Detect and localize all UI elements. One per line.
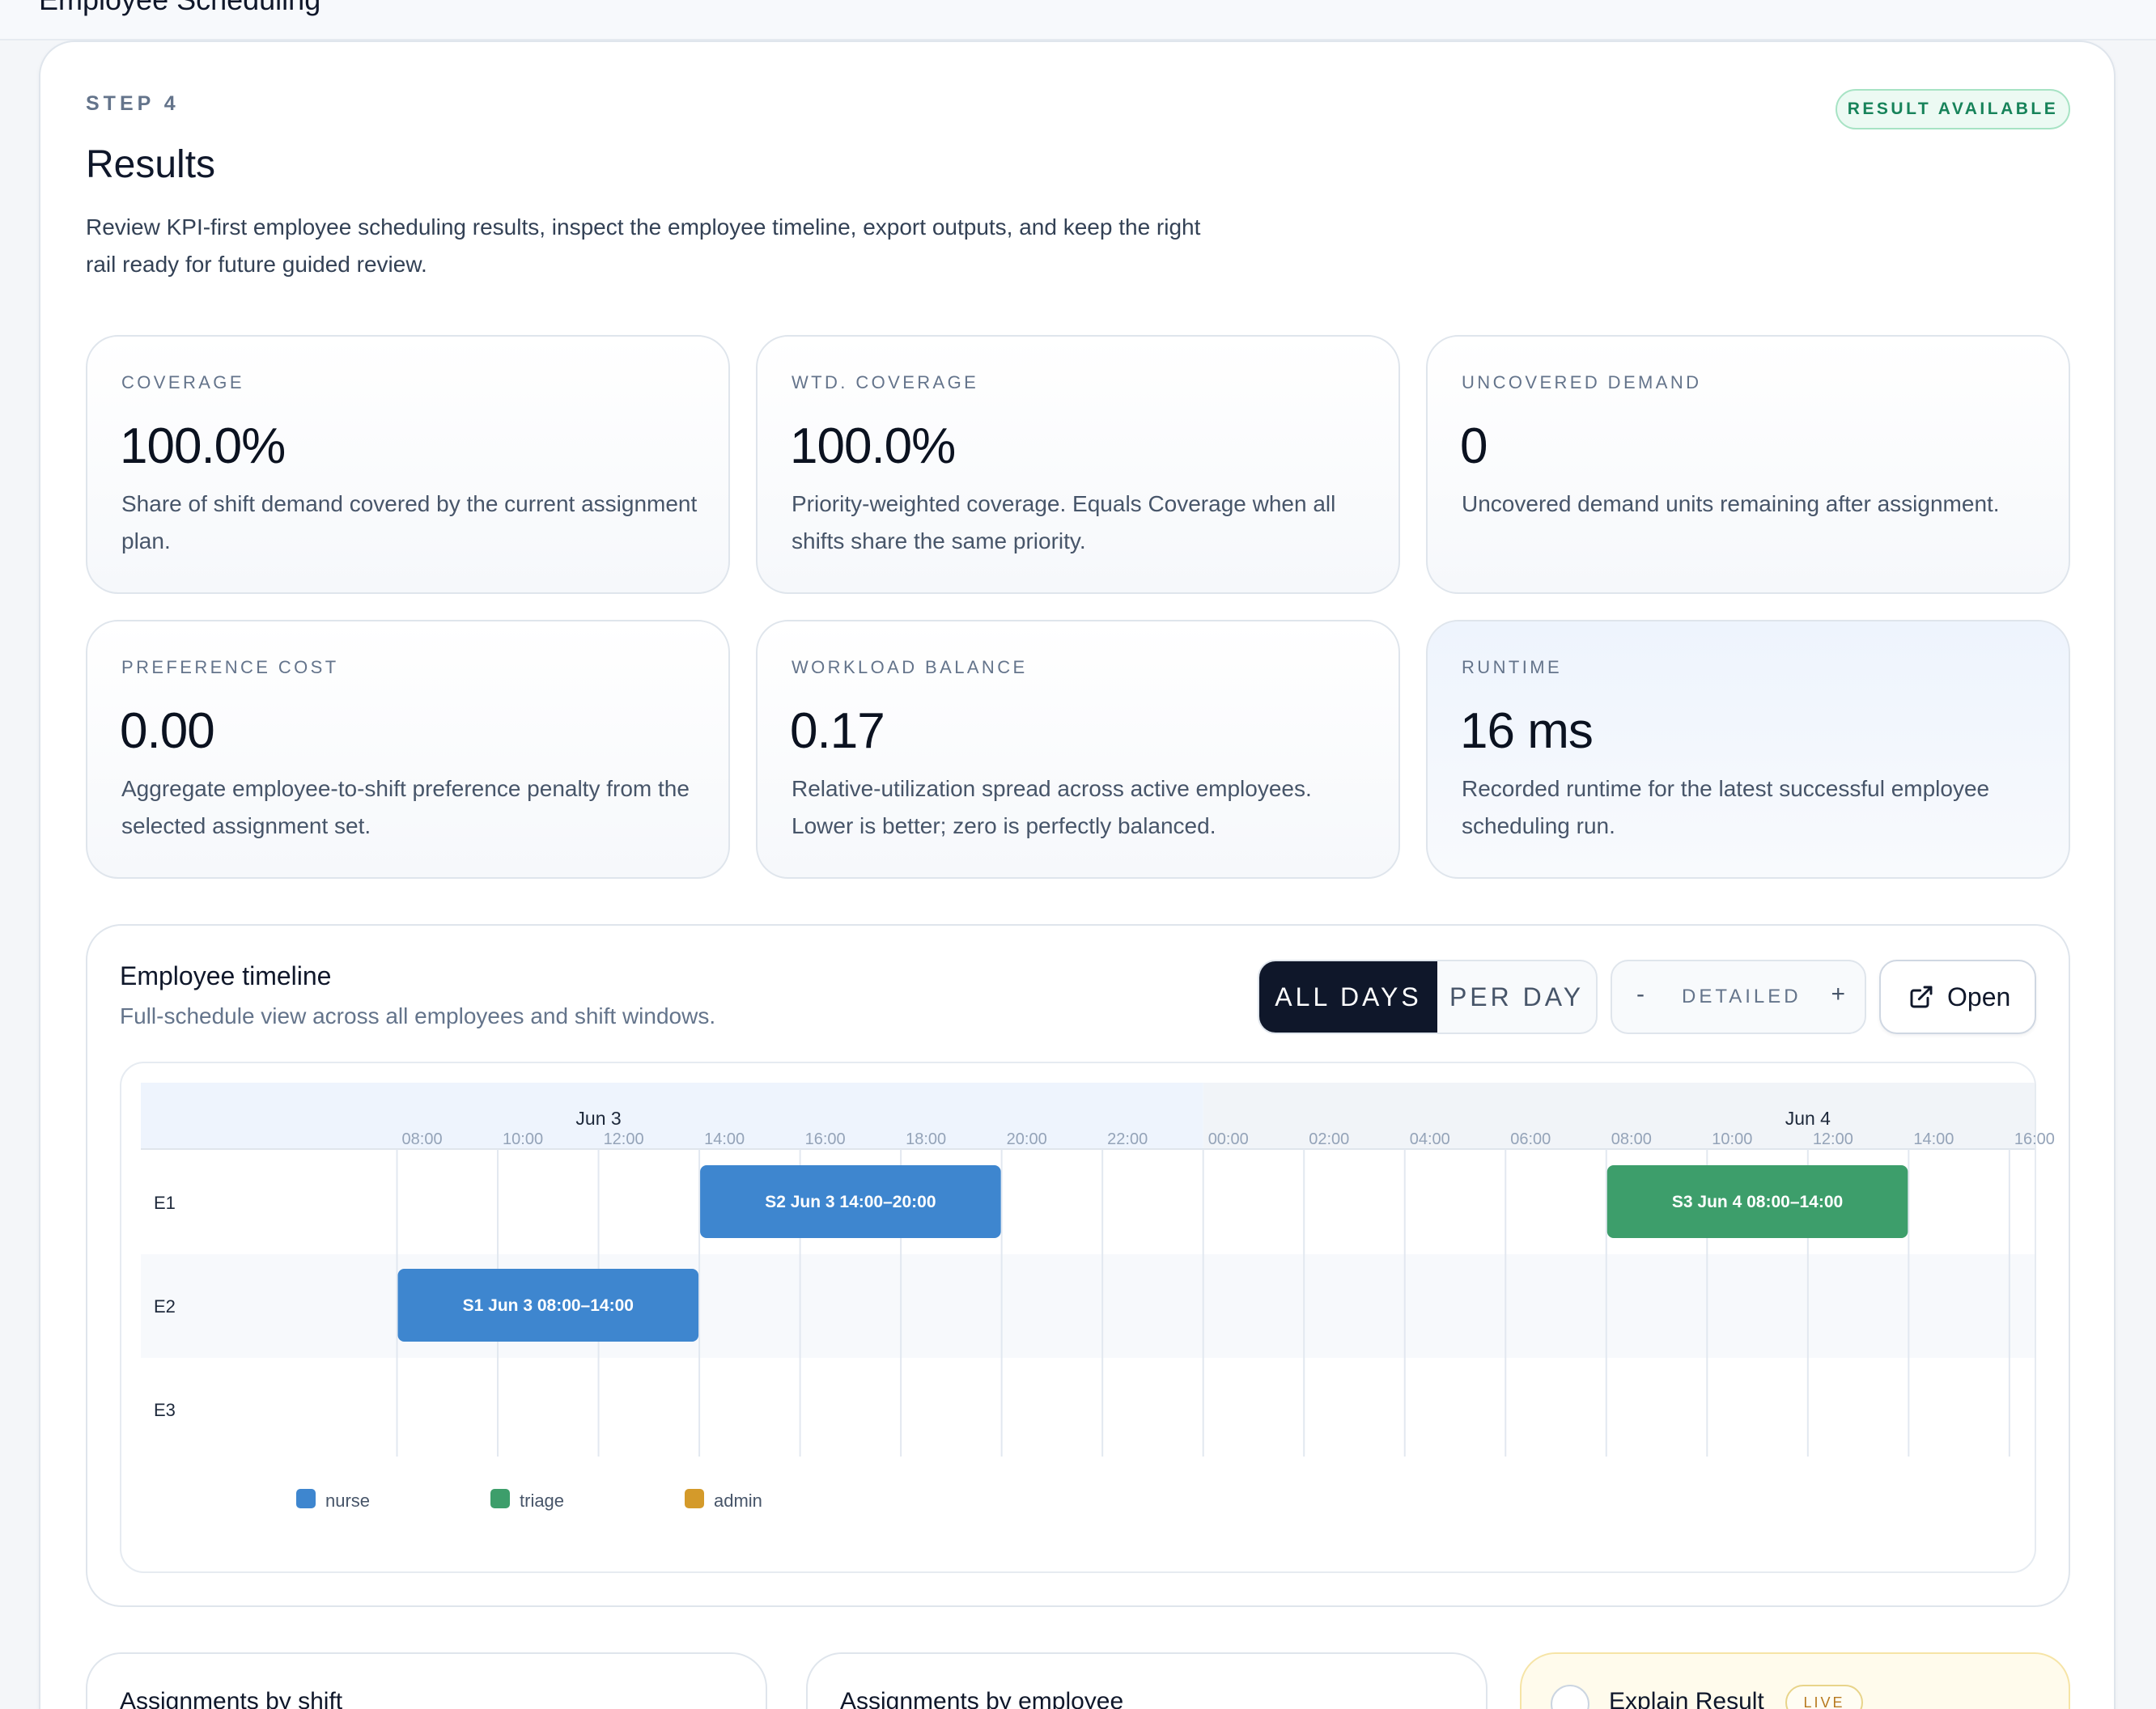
legend-swatch: [490, 1489, 510, 1508]
time-tick-label: 12:00: [1813, 1130, 1853, 1148]
time-tick-label: 10:00: [503, 1130, 543, 1148]
legend-label: admin: [714, 1491, 762, 1511]
live-badge: LIVE: [1785, 1685, 1863, 1709]
shift-bar-label: S3 Jun 4 08:00–14:00: [1672, 1193, 1843, 1211]
day-label: Jun 3: [575, 1108, 621, 1129]
assignments-by-shift-title: Assignments by shift: [120, 1688, 343, 1709]
legend-label: triage: [520, 1491, 564, 1511]
day-label: Jun 4: [1785, 1108, 1831, 1129]
time-tick-label: 10:00: [1712, 1130, 1752, 1148]
employee-label: E1: [154, 1193, 176, 1213]
shift-bar-label: S2 Jun 3 14:00–20:00: [765, 1193, 936, 1211]
explain-result-title: Explain Result: [1609, 1688, 1764, 1709]
legend-swatch: [685, 1489, 704, 1508]
timeline-row: [141, 1358, 2035, 1461]
time-tick-label: 04:00: [1410, 1130, 1450, 1148]
legend-label: nurse: [325, 1491, 370, 1511]
time-tick-label: 16:00: [805, 1130, 846, 1148]
shift-bar-label: S1 Jun 3 08:00–14:00: [463, 1296, 634, 1315]
time-tick-label: 02:00: [1309, 1130, 1349, 1148]
employee-label: E3: [154, 1400, 176, 1420]
employee-timeline-chart: E1 E2 E3 08:00 10:00 12:00 14:00 16:00 18:00 20:0…: [141, 1083, 2055, 1511]
time-tick-label: 06:00: [1510, 1130, 1551, 1148]
time-tick-label: 12:00: [604, 1130, 644, 1148]
time-tick-label: 00:00: [1208, 1130, 1249, 1148]
time-tick-label: 08:00: [402, 1130, 443, 1148]
time-tick-label: 16:00: [2014, 1130, 2055, 1148]
time-tick-label: 20:00: [1007, 1130, 1047, 1148]
legend-swatch: [296, 1489, 316, 1508]
time-tick-label: 08:00: [1611, 1130, 1652, 1148]
assignments-by-employee-title: Assignments by employee: [840, 1688, 1124, 1709]
time-tick-label: 22:00: [1107, 1130, 1148, 1148]
time-tick-label: 14:00: [1913, 1130, 1954, 1148]
time-tick-label: 18:00: [906, 1130, 946, 1148]
employee-label: E2: [154, 1296, 176, 1317]
time-tick-label: 14:00: [704, 1130, 745, 1148]
